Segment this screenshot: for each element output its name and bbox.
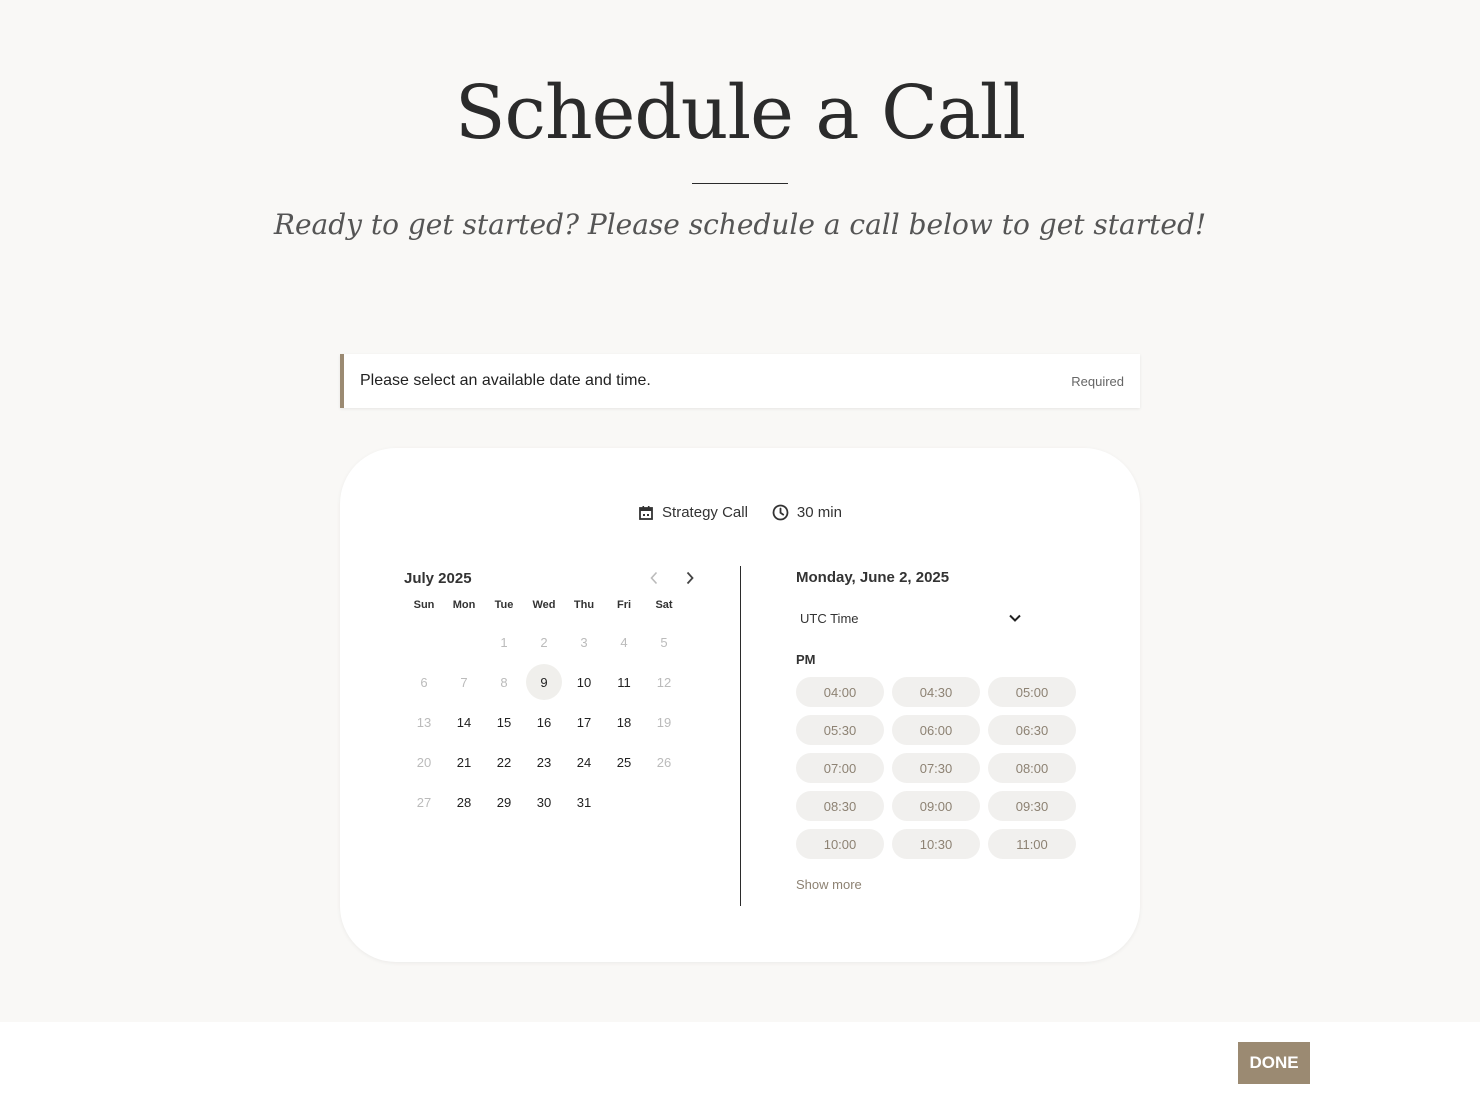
calendar-day: 3: [580, 634, 588, 650]
calendar-day: 8: [500, 674, 508, 690]
calendar-day: 20: [416, 754, 432, 770]
calendar-day[interactable]: 11: [606, 664, 642, 700]
page-title: Schedule a Call: [454, 70, 1026, 156]
chevron-down-icon: [1008, 611, 1022, 626]
calendar-day[interactable]: 31: [566, 784, 602, 820]
calendar-day[interactable]: 23: [526, 744, 562, 780]
calendar-days: 1 2 3 4 5 6 7 8 9 10 11 12 13 14 15 16 17 18 19 20 21 22 23 24 2…: [404, 622, 694, 822]
chevron-left-icon[interactable]: [646, 570, 662, 586]
clock-icon: [772, 504, 789, 521]
time-slots: 04:00 04:30 05:00 05:30 06:00 06:30 07:00 07:30…: [796, 677, 1096, 859]
time-slot-button[interactable]: 09:30: [988, 791, 1076, 821]
time-slot-button[interactable]: 10:00: [796, 829, 884, 859]
time-slot-button[interactable]: 11:00: [988, 829, 1076, 859]
calendar-header: July 2025: [404, 566, 694, 590]
calendar-month-label: July 2025: [404, 569, 472, 587]
calendar-day[interactable]: 25: [606, 744, 642, 780]
required-label: Required: [1071, 373, 1124, 389]
calendar-day[interactable]: 21: [446, 744, 482, 780]
event-duration: 30 min: [772, 504, 842, 521]
calendar-day[interactable]: 18: [606, 704, 642, 740]
calendar-day[interactable]: 17: [566, 704, 602, 740]
calendar-day[interactable]: 30: [526, 784, 562, 820]
selected-date-label: Monday, June 2, 2025: [796, 569, 950, 586]
event-name: Strategy Call: [638, 504, 748, 521]
calendar-blank-cell: [444, 622, 484, 662]
weekday-label: Wed: [532, 599, 556, 611]
event-meta: Strategy Call 30 min: [340, 504, 1140, 521]
calendar-day: 27: [416, 794, 432, 810]
time-slot-button[interactable]: 05:30: [796, 715, 884, 745]
calendar-day-selected[interactable]: 9: [526, 664, 562, 700]
period-label: PM: [796, 652, 816, 667]
calendar-day[interactable]: 14: [446, 704, 482, 740]
calendar-day: 13: [416, 714, 432, 730]
calendar-day[interactable]: 16: [526, 704, 562, 740]
time-slot-button[interactable]: 08:00: [988, 753, 1076, 783]
calendar-day[interactable]: 22: [486, 744, 522, 780]
time-slot-button[interactable]: 04:00: [796, 677, 884, 707]
time-slot-button[interactable]: 07:30: [892, 753, 980, 783]
chevron-right-icon[interactable]: [682, 570, 698, 586]
calendar-nav: [646, 570, 698, 586]
calendar: July 2025 Sun Mon Tue Wed Thu Fri Sat 12345678…: [404, 566, 694, 822]
calendar-day: 4: [620, 634, 628, 650]
weekday-label: Sat: [655, 599, 673, 611]
time-slot-button[interactable]: 08:30: [796, 791, 884, 821]
date-time-field-notice: Please select an available date and time…: [340, 354, 1140, 408]
time-slot-button[interactable]: 07:00: [796, 753, 884, 783]
calendar-blank-cell: [404, 622, 444, 662]
show-more-link[interactable]: Show more: [796, 877, 1096, 892]
time-slot-button[interactable]: 09:00: [892, 791, 980, 821]
weekday-label: Fri: [616, 599, 632, 611]
calendar-icon: [638, 505, 654, 521]
timezone-select[interactable]: UTC Time: [796, 606, 1022, 630]
event-name-label: Strategy Call: [662, 504, 748, 521]
calendar-day: 7: [460, 674, 468, 690]
calendar-day[interactable]: 24: [566, 744, 602, 780]
title-divider: [692, 183, 788, 184]
event-duration-label: 30 min: [796, 504, 842, 521]
done-button[interactable]: DONE: [1238, 1042, 1310, 1084]
calendar-day[interactable]: 10: [566, 664, 602, 700]
time-picker: Monday, June 2, 2025 UTC Time PM 04:00 04…: [796, 566, 1096, 892]
time-slot-button[interactable]: 10:30: [892, 829, 980, 859]
time-slot-button[interactable]: 06:00: [892, 715, 980, 745]
calendar-day[interactable]: 29: [486, 784, 522, 820]
time-slot-button[interactable]: 04:30: [892, 677, 980, 707]
weekday-label: Tue: [494, 599, 514, 611]
weekday-label: Thu: [573, 599, 595, 611]
calendar-day[interactable]: 28: [446, 784, 482, 820]
calendar-day[interactable]: 15: [486, 704, 522, 740]
vertical-divider: [740, 566, 741, 906]
timezone-value: UTC Time: [800, 610, 859, 626]
calendar-day: 1: [500, 634, 508, 650]
calendar-day: 12: [656, 674, 672, 690]
calendar-day: 19: [656, 714, 672, 730]
time-slot-button[interactable]: 05:00: [988, 677, 1076, 707]
calendar-day: 2: [540, 634, 548, 650]
weekday-label: Sun: [413, 599, 435, 611]
calendar-day: 5: [660, 634, 668, 650]
page-subtitle: Ready to get started? Please schedule a …: [273, 208, 1207, 241]
calendar-day: 26: [656, 754, 672, 770]
notice-text: Please select an available date and time…: [360, 372, 651, 389]
time-slot-button[interactable]: 06:30: [988, 715, 1076, 745]
weekday-label: Mon: [452, 599, 476, 611]
calendar-day: 6: [420, 674, 428, 690]
calendar-weekdays: Sun Mon Tue Wed Thu Fri Sat: [404, 594, 694, 616]
scheduler-card: Strategy Call 30 min July 2025 Sun Mon T…: [340, 448, 1140, 962]
footer-bar: DONE: [0, 1022, 1480, 1103]
